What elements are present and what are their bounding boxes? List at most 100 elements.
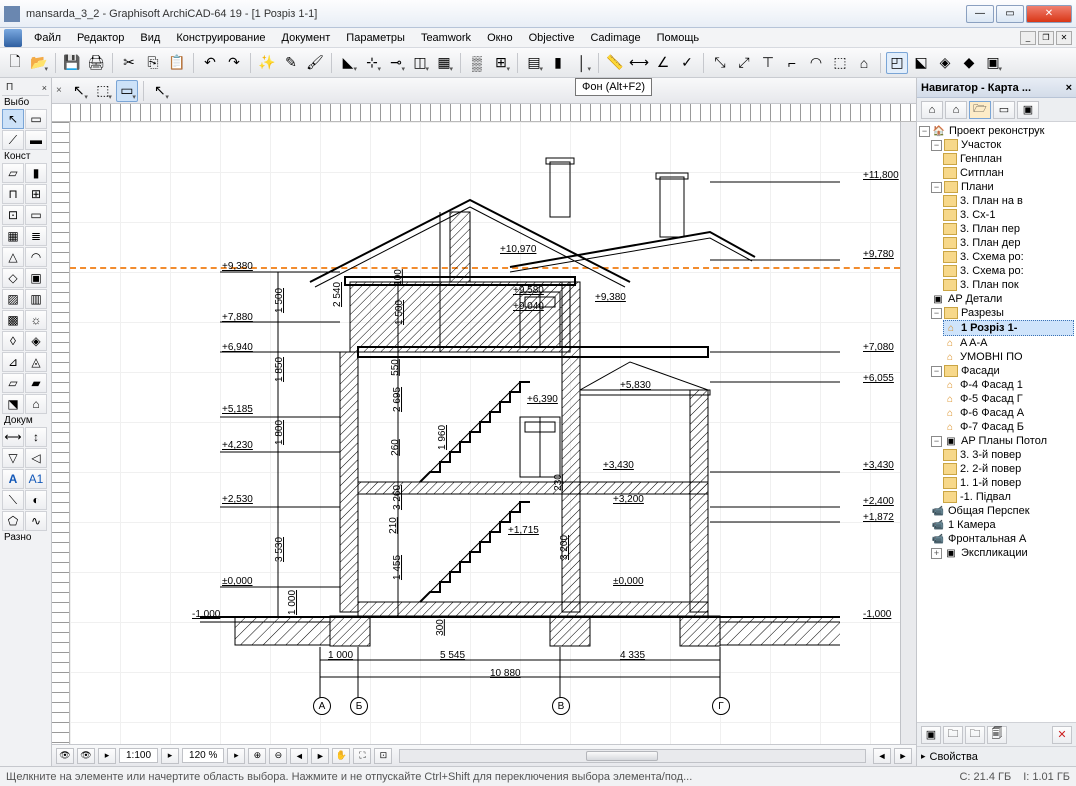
doc-restore[interactable]: ❐ <box>1038 31 1054 45</box>
extra8-tool[interactable]: ⌂ <box>25 394 47 414</box>
toggle-fas[interactable]: − <box>931 366 942 377</box>
grid-button[interactable]: ▒ <box>466 52 488 74</box>
snap4-button[interactable]: ◫ <box>409 52 431 74</box>
menu-editor[interactable]: Редактор <box>69 30 132 46</box>
fill-button[interactable]: ▮ <box>547 52 569 74</box>
snap2-button[interactable]: ⊹ <box>361 52 383 74</box>
dim-tool[interactable]: ⟷ <box>2 427 24 447</box>
tree-pm1[interactable]: -1. Підвал <box>960 491 1011 503</box>
scrollbar-horizontal[interactable] <box>399 749 866 763</box>
edit2-button[interactable]: ⤢ <box>733 52 755 74</box>
stair-tool[interactable]: ≣ <box>25 226 47 246</box>
spline-tool[interactable]: ∿ <box>25 511 47 531</box>
view4-button[interactable]: ◆ <box>958 52 980 74</box>
nav-tab-5[interactable]: ▣ <box>1017 101 1039 119</box>
tree-ekspl[interactable]: Экспликации <box>961 547 1028 559</box>
edit1-button[interactable]: ⤡ <box>709 52 731 74</box>
marquee-tool[interactable]: ▭ <box>25 109 47 129</box>
sel-mode2[interactable]: ⬚ <box>92 80 114 102</box>
extra6-tool[interactable]: ▰ <box>25 373 47 393</box>
extra5-tool[interactable]: ▱ <box>2 373 24 393</box>
extra7-tool[interactable]: ⬔ <box>2 394 24 414</box>
fill2-tool[interactable]: ◐ <box>25 490 47 510</box>
close-button[interactable]: ✕ <box>1026 5 1072 23</box>
slab-tool[interactable]: ▭ <box>25 205 47 225</box>
toggle-eksp[interactable]: + <box>931 548 942 559</box>
tree-cam1[interactable]: 1 Камера <box>948 519 996 531</box>
tree-arpotol[interactable]: AP Планы Потол <box>961 435 1047 447</box>
vb-back[interactable]: ◄ <box>290 748 308 764</box>
tree-r1[interactable]: 1 Розріз 1- <box>961 322 1017 334</box>
paste-button[interactable]: 📋 <box>166 52 188 74</box>
solar-tool[interactable]: ▩ <box>2 310 24 330</box>
tree-plany[interactable]: Плани <box>961 181 994 193</box>
tree-project[interactable]: Проект реконструк <box>949 125 1045 137</box>
poly-tool[interactable]: ⬠ <box>2 511 24 531</box>
wall-tool[interactable]: ▬ <box>25 130 47 150</box>
doc-close[interactable]: ✕ <box>1056 31 1072 45</box>
menu-objective[interactable]: Objective <box>521 30 583 46</box>
edit6-button[interactable]: ⬚ <box>829 52 851 74</box>
view5-button[interactable]: ▣ <box>982 52 1004 74</box>
vb-eye[interactable]: 👁 <box>56 748 74 764</box>
edit7-button[interactable]: ⌂ <box>853 52 875 74</box>
sel-mode1[interactable]: ↖ <box>68 80 90 102</box>
view2-button[interactable]: ⬕ <box>910 52 932 74</box>
column-tool[interactable]: ▮ <box>25 163 47 183</box>
lamp-tool[interactable]: ☼ <box>25 310 47 330</box>
toggle-plany[interactable]: − <box>931 182 942 193</box>
tree-uchastok[interactable]: Участок <box>961 139 1001 151</box>
measure-button[interactable]: 📏 <box>604 52 626 74</box>
text-tool[interactable]: A <box>2 469 24 489</box>
nf-delete[interactable]: ✕ <box>1052 726 1072 744</box>
vb-arrow[interactable]: ▸ <box>98 748 116 764</box>
nf-b3[interactable]: 🗀 <box>965 726 985 744</box>
section-button[interactable]: ▤ <box>523 52 545 74</box>
tree-p2y[interactable]: 2. 2-й повер <box>960 463 1021 475</box>
vb-eye2[interactable]: 👁 <box>77 748 95 764</box>
print-button[interactable]: 🖨 <box>85 52 107 74</box>
label-tool[interactable]: ◁ <box>25 448 47 468</box>
toggle-pot[interactable]: − <box>931 436 942 447</box>
tree-plan3pok[interactable]: 3. План пок <box>960 279 1019 291</box>
snap5-button[interactable]: ▦ <box>433 52 455 74</box>
shell-tool[interactable]: ◠ <box>25 247 47 267</box>
redo-button[interactable]: ↷ <box>223 52 245 74</box>
grid2-button[interactable]: ⊞ <box>490 52 512 74</box>
morph-tool[interactable]: ◇ <box>2 268 24 288</box>
save-button[interactable]: 💾 <box>61 52 83 74</box>
menu-window[interactable]: Окно <box>479 30 521 46</box>
vb-arrow2[interactable]: ▸ <box>161 748 179 764</box>
tree-umov[interactable]: УМОВНІ ПО <box>960 351 1023 363</box>
angle-button[interactable]: ∠ <box>652 52 674 74</box>
doc-minimize[interactable]: _ <box>1020 31 1036 45</box>
vb-fwd[interactable]: ► <box>311 748 329 764</box>
tree-plan3der[interactable]: 3. План дер <box>960 237 1020 249</box>
tree-plan3sx2[interactable]: 3. Схема ро: <box>960 265 1024 277</box>
level-tool[interactable]: ▽ <box>2 448 24 468</box>
beam-tool[interactable]: ⊡ <box>2 205 24 225</box>
nav-tab-2[interactable]: ⌂ <box>945 101 967 119</box>
menu-construction[interactable]: Конструирование <box>168 30 273 46</box>
menu-view[interactable]: Вид <box>132 30 168 46</box>
check-button[interactable]: ✓ <box>676 52 698 74</box>
menu-file[interactable]: Файл <box>26 30 69 46</box>
zone-tool[interactable]: ▨ <box>2 289 24 309</box>
window-tool[interactable]: ⊞ <box>25 184 47 204</box>
navigator-tree[interactable]: −🏠Проект реконструк −Участок Генплан Сит… <box>917 122 1076 722</box>
vb-zoom2[interactable]: ⊖ <box>269 748 287 764</box>
wand-button[interactable]: ✨ <box>256 52 278 74</box>
scrollbar-vertical[interactable] <box>900 122 916 744</box>
nav-tab-4[interactable]: ▭ <box>993 101 1015 119</box>
vb-zoom1[interactable]: ⊕ <box>248 748 266 764</box>
vb-pan[interactable]: ✋ <box>332 748 350 764</box>
menu-cadimage[interactable]: Cadimage <box>582 30 648 46</box>
nav-tab-viewmap[interactable]: 🗁 <box>969 101 991 119</box>
menu-document[interactable]: Документ <box>274 30 339 46</box>
edit5-button[interactable]: ◠ <box>805 52 827 74</box>
curtain-tool[interactable]: ▥ <box>25 289 47 309</box>
sel-mode4[interactable]: ↖ <box>149 80 171 102</box>
arrow-tool[interactable]: ↖ <box>2 109 24 129</box>
nf-b2[interactable]: 🗀 <box>943 726 963 744</box>
tree-f5[interactable]: Ф-5 Фасад Г <box>960 393 1023 405</box>
